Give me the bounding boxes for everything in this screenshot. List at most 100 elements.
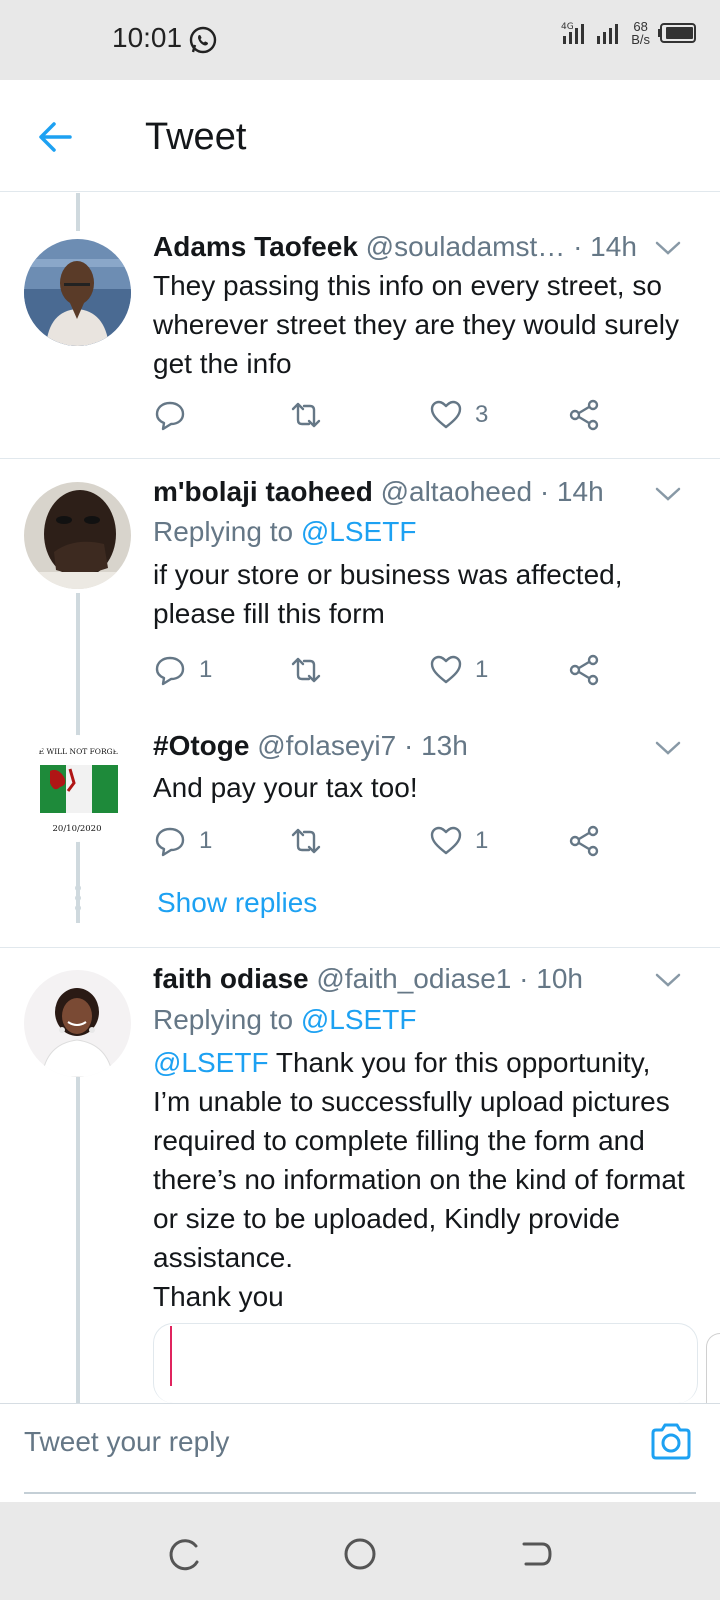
chevron-down-icon[interactable] <box>654 738 682 758</box>
like-button[interactable]: 3 <box>429 398 488 432</box>
mention-link[interactable]: @LSETF <box>301 516 417 547</box>
tweet-item[interactable]: WE WILL NOT FORGET 20/10/2020 #Otoge @fo… <box>0 713 720 953</box>
tweet-header: Adams Taofeek @souladamst… · 14h <box>153 231 670 263</box>
recent-apps-icon[interactable] <box>164 1534 204 1574</box>
avatar[interactable]: WE WILL NOT FORGET 20/10/2020 <box>24 735 131 842</box>
tweet-time: 14h <box>590 231 637 262</box>
tweet-header: faith odiase @faith_odiase1 · 10h <box>153 963 670 995</box>
like-count: 3 <box>475 401 489 428</box>
avatar[interactable] <box>24 970 131 1077</box>
mention-link[interactable]: @LSETF <box>153 1047 269 1078</box>
svg-text:WE WILL NOT FORGET: WE WILL NOT FORGET <box>31 747 123 756</box>
whatsapp-icon <box>189 26 217 54</box>
like-button[interactable]: 1 <box>429 653 488 687</box>
share-icon <box>569 825 599 857</box>
avatar[interactable] <box>24 239 131 346</box>
mention-link[interactable]: @LSETF <box>301 1004 417 1035</box>
reply-count: 1 <box>199 827 213 854</box>
retweet-icon <box>291 402 321 428</box>
tweet-header: m'bolaji taoheed @altaoheed · 14h <box>153 476 670 508</box>
author-handle[interactable]: @altaoheed <box>381 476 532 507</box>
avatar[interactable] <box>24 482 131 589</box>
reply-composer <box>0 1403 720 1501</box>
chevron-down-icon[interactable] <box>654 484 682 504</box>
reply-input[interactable] <box>24 1420 624 1464</box>
separator: · <box>573 231 583 262</box>
input-underline <box>24 1492 696 1494</box>
status-indicators: 4G 68 B/s <box>561 20 698 46</box>
like-count: 1 <box>475 656 489 683</box>
tweet-text: And pay your tax too! <box>153 772 418 803</box>
author-handle[interactable]: @faith_odiase1 <box>316 963 511 994</box>
media-preview-edge <box>170 1326 172 1386</box>
tweet-item[interactable]: Adams Taofeek @souladamst… · 14h They pa… <box>0 193 720 466</box>
share-icon <box>569 654 599 686</box>
reply-icon <box>155 827 185 857</box>
status-bar: 10:01 4G 68 B/s <box>0 0 720 80</box>
svg-text:20/10/2020: 20/10/2020 <box>53 824 102 834</box>
back-nav-icon[interactable] <box>516 1534 556 1574</box>
retweet-icon <box>291 828 321 854</box>
replying-to: Replying to @LSETF <box>153 516 417 547</box>
retweet-button[interactable] <box>289 824 335 858</box>
like-icon <box>430 655 462 684</box>
tweet-timeline[interactable]: Adams Taofeek @souladamst… · 14h They pa… <box>0 193 720 1403</box>
separator: · <box>519 963 529 994</box>
tweet-text: They passing this info on every street, … <box>153 270 680 379</box>
retweet-button[interactable] <box>289 653 335 687</box>
like-count: 1 <box>475 827 489 854</box>
app-header: Tweet <box>0 80 720 192</box>
retweet-button[interactable] <box>289 398 335 432</box>
chevron-down-icon[interactable] <box>654 238 682 258</box>
replying-to: Replying to @LSETF <box>153 1004 417 1035</box>
like-icon <box>430 826 462 855</box>
share-button[interactable] <box>567 398 601 432</box>
reply-icon <box>155 656 185 686</box>
media-card[interactable] <box>153 1323 698 1403</box>
author-name[interactable]: faith odiase <box>153 963 309 994</box>
status-time: 10:01 <box>112 22 183 53</box>
share-icon <box>569 399 599 431</box>
system-nav-bar <box>0 1502 720 1600</box>
separator: · <box>539 476 550 507</box>
reply-button[interactable]: 1 <box>153 824 212 858</box>
more-replies-dots <box>73 885 83 915</box>
reply-button[interactable]: 1 <box>153 653 212 687</box>
tweet-actions: 1 1 <box>153 824 623 864</box>
author-name[interactable]: #Otoge <box>153 730 249 761</box>
side-edge-handle[interactable] <box>706 1333 720 1403</box>
tweet-item[interactable]: m'bolaji taoheed @altaoheed · 14h Replyi… <box>0 459 720 729</box>
page-title: Tweet <box>145 116 247 158</box>
author-handle[interactable]: @souladamst… <box>366 231 566 262</box>
tweet-header: #Otoge @folaseyi7 · 13h <box>153 730 670 762</box>
tweet-time: 10h <box>536 963 583 994</box>
author-name[interactable]: m'bolaji taoheed <box>153 476 373 507</box>
like-icon <box>430 400 462 429</box>
like-button[interactable]: 1 <box>429 824 488 858</box>
chevron-down-icon[interactable] <box>654 970 682 990</box>
author-handle[interactable]: @folaseyi7 <box>257 730 396 761</box>
reply-button[interactable] <box>153 398 199 432</box>
battery-icon <box>658 23 696 43</box>
tweet-text: if your store or business was affected, … <box>153 559 623 629</box>
tweet-text: @LSETF Thank you for this opportunity, I… <box>153 1047 685 1312</box>
reply-count: 1 <box>199 656 213 683</box>
retweet-icon <box>291 657 321 683</box>
share-button[interactable] <box>567 653 601 687</box>
tweet-actions: 3 <box>153 398 623 438</box>
camera-icon[interactable] <box>648 1419 694 1465</box>
author-name[interactable]: Adams Taofeek <box>153 231 358 262</box>
home-icon[interactable] <box>340 1534 380 1574</box>
back-arrow-icon[interactable] <box>32 114 78 160</box>
tweet-item[interactable]: faith odiase @faith_odiase1 · 10h Replyi… <box>0 948 720 1403</box>
show-replies-link[interactable]: Show replies <box>157 887 317 919</box>
separator: · <box>403 730 414 761</box>
net-speed: 68 B/s <box>631 19 650 47</box>
share-button[interactable] <box>567 824 601 858</box>
signal-icon <box>597 24 619 44</box>
tweet-time: 13h <box>421 730 468 761</box>
reply-icon <box>155 401 185 431</box>
tweet-actions: 1 1 <box>153 653 623 693</box>
tweet-time: 14h <box>556 476 604 507</box>
signal-4g-icon: 4G <box>561 22 585 44</box>
